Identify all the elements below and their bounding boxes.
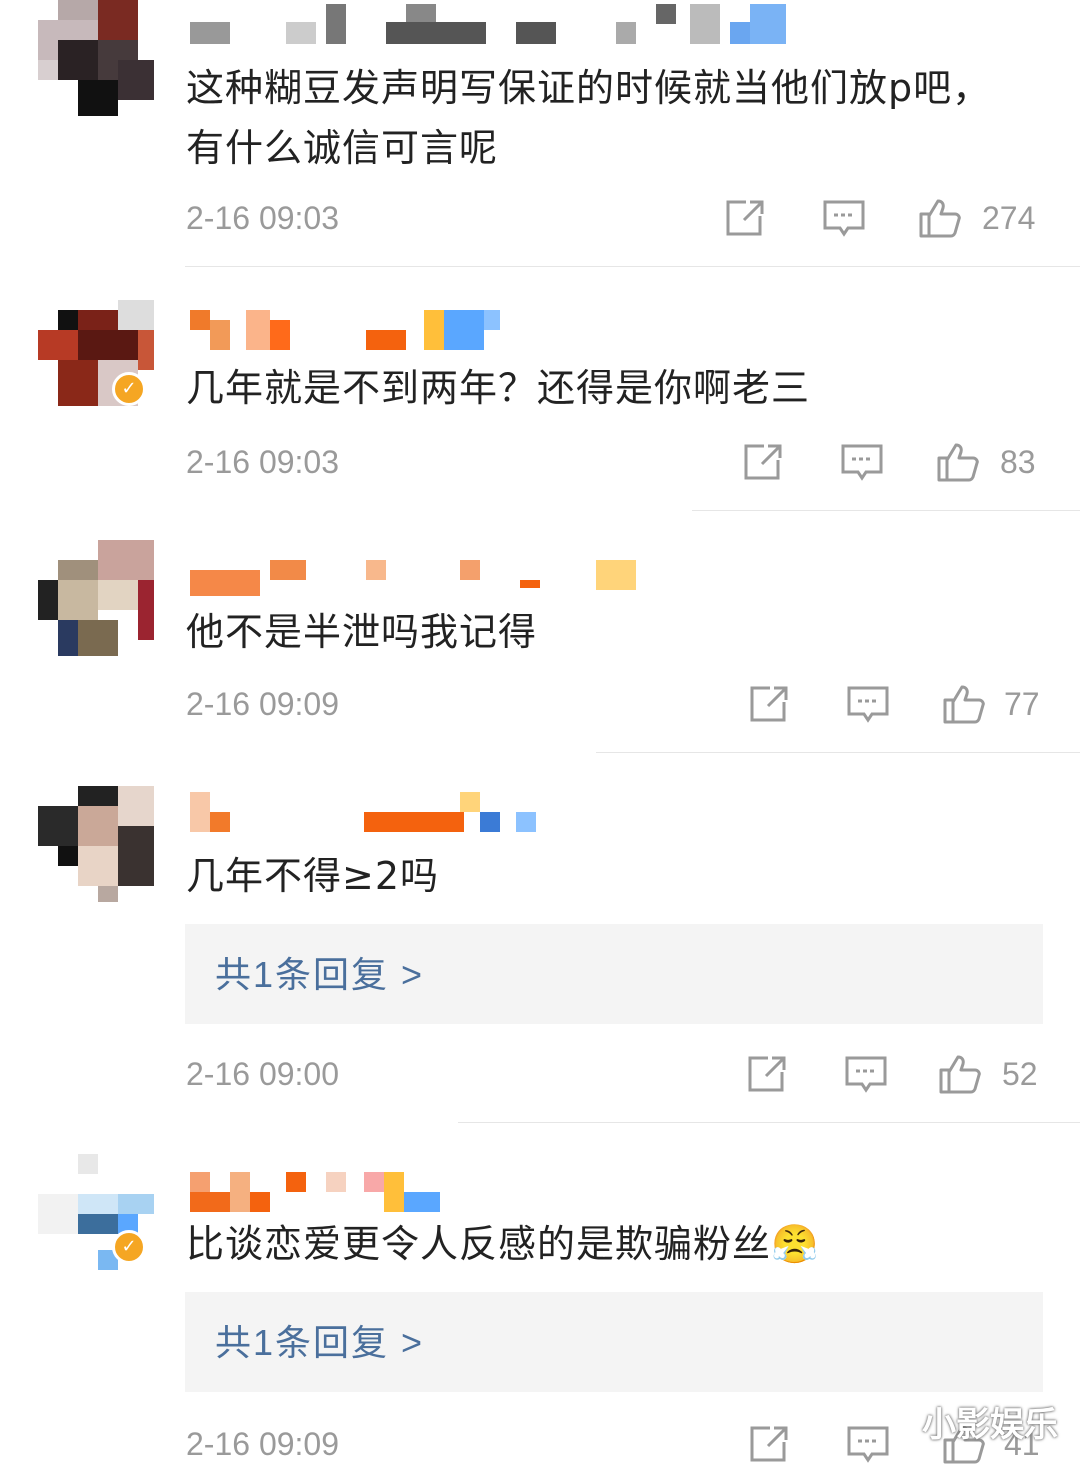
comment-item: 这种糊豆发声明写保证的时候就当他们放p吧， 有什么诚信可言呢 2-16 09:0… xyxy=(0,0,1080,268)
comment-icon[interactable] xyxy=(822,198,866,238)
divider xyxy=(692,510,1080,511)
like-count: 83 xyxy=(1000,444,1036,480)
like-icon[interactable] xyxy=(936,442,980,482)
like-count: 274 xyxy=(982,200,1036,236)
like-icon[interactable] xyxy=(918,198,962,238)
comment-meta: 2-16 09:09 41 xyxy=(186,1424,1046,1464)
verified-badge-icon: ✓ xyxy=(112,1230,146,1264)
share-icon[interactable] xyxy=(746,1054,790,1094)
timestamp: 2-16 09:09 xyxy=(186,686,340,722)
like-count: 77 xyxy=(1004,686,1040,722)
comment-item: 他不是半泄吗我记得 2-16 09:09 77 xyxy=(0,540,1080,754)
share-icon[interactable] xyxy=(748,1424,792,1464)
watermark: 小影娱乐 xyxy=(922,1405,1058,1445)
comment-text: 比谈恋爱更令人反感的是欺骗粉丝😤 xyxy=(186,1222,820,1266)
avatar[interactable] xyxy=(38,540,154,656)
avatar[interactable] xyxy=(38,786,154,902)
divider xyxy=(596,752,1080,753)
reply-summary[interactable]: 共1条回复 > xyxy=(185,1292,1043,1392)
timestamp: 2-16 09:03 xyxy=(186,200,340,236)
comment-meta: 2-16 09:03 274 xyxy=(186,198,1046,238)
reply-summary-link[interactable]: 共1条回复 > xyxy=(215,946,424,998)
comment-icon[interactable] xyxy=(846,1424,890,1464)
comment-item: ✓ 比谈恋爱更令人反感的是欺骗粉丝😤 共1条回复 > 2-16 09:09 41 xyxy=(0,1154,1080,1468)
like-count: 52 xyxy=(1002,1056,1038,1092)
comment-text: 这种糊豆发声明写保证的时候就当他们放p吧， 有什么诚信可言呢 xyxy=(186,66,992,170)
avatar[interactable] xyxy=(38,0,154,116)
like-icon[interactable] xyxy=(938,1054,982,1094)
comment-meta: 2-16 09:09 77 xyxy=(186,684,1046,724)
comment-icon[interactable] xyxy=(840,442,884,482)
share-icon[interactable] xyxy=(748,684,792,724)
comment-meta: 2-16 09:00 52 xyxy=(186,1054,1046,1094)
reply-summary-link[interactable]: 共1条回复 > xyxy=(215,1314,424,1366)
comment-text: 他不是半泄吗我记得 xyxy=(186,610,538,654)
comment-text: 几年不得≥2吗 xyxy=(186,854,440,898)
comment-item: 几年不得≥2吗 共1条回复 > 2-16 09:00 52 xyxy=(0,786,1080,1124)
comment-icon[interactable] xyxy=(846,684,890,724)
comment-item: ✓ 几年就是不到两年？还得是你啊老三 2-16 09:03 83 xyxy=(0,290,1080,512)
share-icon[interactable] xyxy=(742,442,786,482)
like-icon[interactable] xyxy=(942,684,986,724)
comment-text: 几年就是不到两年？还得是你啊老三 xyxy=(186,366,811,410)
divider xyxy=(458,1122,1080,1123)
divider xyxy=(185,266,1080,267)
share-icon[interactable] xyxy=(724,198,768,238)
timestamp: 2-16 09:09 xyxy=(186,1426,340,1462)
reply-summary[interactable]: 共1条回复 > xyxy=(185,924,1043,1024)
timestamp: 2-16 09:03 xyxy=(186,444,340,480)
timestamp: 2-16 09:00 xyxy=(186,1056,340,1092)
verified-badge-icon: ✓ xyxy=(112,372,146,406)
comment-icon[interactable] xyxy=(844,1054,888,1094)
comment-meta: 2-16 09:03 83 xyxy=(186,442,1046,482)
